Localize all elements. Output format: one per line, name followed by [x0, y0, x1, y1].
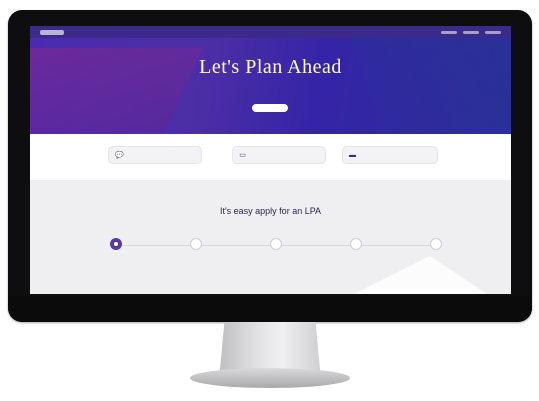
site-logo[interactable]	[40, 29, 64, 35]
step-item[interactable]	[406, 238, 466, 254]
feature-cards: 💬 ▭ ▬	[30, 134, 511, 180]
feature-card[interactable]: 💬	[108, 146, 202, 164]
step-item[interactable]	[166, 238, 226, 254]
step-item[interactable]	[246, 238, 306, 254]
step-dot	[350, 238, 362, 250]
monitor-stand-base	[190, 368, 350, 388]
site-header	[30, 26, 511, 38]
monitor-chin	[8, 296, 532, 322]
hero-cta-button[interactable]	[252, 104, 288, 112]
card-icon: ▬	[349, 151, 356, 159]
step-item[interactable]	[326, 238, 386, 254]
hero-title: Let's Plan Ahead	[199, 56, 342, 78]
hero-banner: Let's Plan Ahead	[30, 38, 511, 134]
steps-title: It's easy apply for an LPA	[219, 206, 322, 216]
step-dot-active	[110, 238, 122, 250]
step-dot	[270, 238, 282, 250]
hero-decor-right	[347, 38, 511, 134]
nav-item[interactable]	[485, 30, 501, 34]
feature-card[interactable]: ▭	[232, 146, 326, 164]
nav-item[interactable]	[441, 30, 457, 34]
feature-card[interactable]: ▬	[342, 146, 438, 164]
monitor-screen: Let's Plan Ahead 💬 ▭ ▬ It's easy apply f…	[30, 26, 511, 294]
screen-glare	[350, 256, 490, 294]
document-icon: ▭	[239, 151, 246, 159]
step-item[interactable]	[86, 238, 146, 254]
site-nav	[441, 30, 501, 34]
step-dot	[430, 238, 442, 250]
chat-icon: 💬	[115, 151, 124, 159]
step-dot	[190, 238, 202, 250]
monitor-stand-neck	[219, 322, 321, 374]
nav-item[interactable]	[463, 30, 479, 34]
